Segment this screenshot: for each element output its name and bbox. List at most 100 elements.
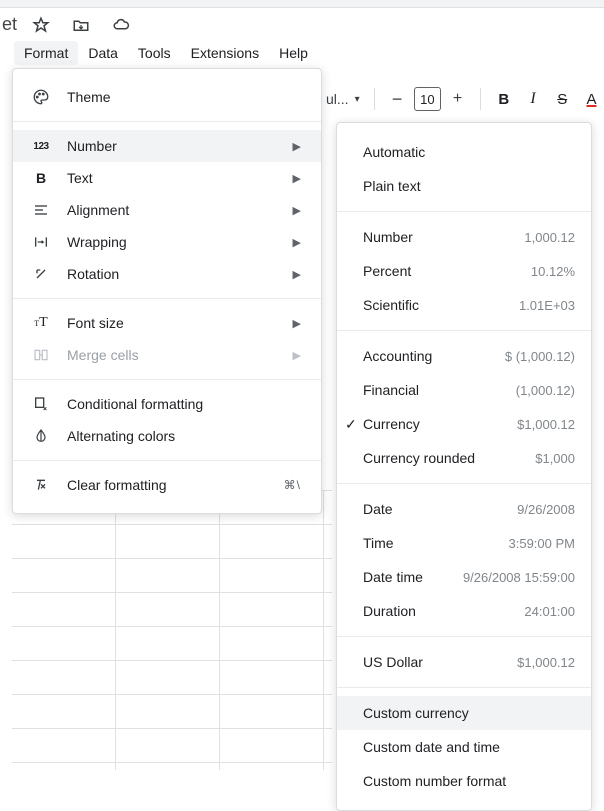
submenu-date-time-label: Date time xyxy=(363,569,423,585)
merge-cells-icon xyxy=(31,347,51,363)
submenu-time[interactable]: Time 3:59:00 PM xyxy=(337,526,591,560)
submenu-time-label: Time xyxy=(363,535,394,551)
submenu-date-time[interactable]: Date time 9/26/2008 15:59:00 xyxy=(337,560,591,594)
font-family-label: ul... xyxy=(326,91,349,107)
submenu-automatic-label: Automatic xyxy=(363,144,425,160)
submenu-us-dollar[interactable]: US Dollar $1,000.12 xyxy=(337,645,591,679)
menu-font-size[interactable]: TT Font size ▶ xyxy=(13,307,321,339)
menu-conditional-formatting[interactable]: Conditional formatting xyxy=(13,388,321,420)
clear-formatting-icon xyxy=(31,477,51,493)
submenu-date[interactable]: Date 9/26/2008 xyxy=(337,492,591,526)
menu-theme[interactable]: Theme xyxy=(13,81,321,113)
submenu-percent-example: 10.12% xyxy=(531,264,575,279)
submenu-custom-date-time[interactable]: Custom date and time xyxy=(337,730,591,764)
rotation-icon xyxy=(31,266,51,282)
menu-rotation[interactable]: Rotation ▶ xyxy=(13,258,321,290)
menu-alignment-label: Alignment xyxy=(67,202,129,218)
submenu-custom-date-time-label: Custom date and time xyxy=(363,739,500,755)
menu-clear-formatting[interactable]: Clear formatting ⌘\ xyxy=(13,469,321,501)
submenu-duration[interactable]: Duration 24:01:00 xyxy=(337,594,591,628)
divider xyxy=(13,121,321,122)
submenu-currency-rounded-label: Currency rounded xyxy=(363,450,475,466)
submenu-currency-rounded[interactable]: Currency rounded $1,000 xyxy=(337,441,591,475)
divider xyxy=(337,687,591,688)
menu-data[interactable]: Data xyxy=(78,41,128,65)
divider xyxy=(337,636,591,637)
palette-icon xyxy=(31,88,51,106)
submenu-us-dollar-example: $1,000.12 xyxy=(517,655,575,670)
chevron-right-icon: ▶ xyxy=(293,140,301,153)
submenu-financial[interactable]: Financial (1,000.12) xyxy=(337,373,591,407)
menu-tools[interactable]: Tools xyxy=(128,41,181,65)
menu-number-label: Number xyxy=(67,138,117,154)
spreadsheet-grid[interactable] xyxy=(12,490,332,770)
menu-extensions[interactable]: Extensions xyxy=(181,41,269,65)
increase-font-size-button[interactable]: + xyxy=(445,85,470,113)
submenu-plain-text[interactable]: Plain text xyxy=(337,169,591,203)
menu-rotation-label: Rotation xyxy=(67,266,119,282)
submenu-plain-text-label: Plain text xyxy=(363,178,421,194)
submenu-percent[interactable]: Percent 10.12% xyxy=(337,254,591,288)
menu-theme-label: Theme xyxy=(67,89,111,105)
submenu-financial-label: Financial xyxy=(363,382,419,398)
cloud-status-icon[interactable] xyxy=(112,16,130,37)
submenu-automatic[interactable]: Automatic xyxy=(337,135,591,169)
font-family-dropdown[interactable]: ul... ▾ xyxy=(322,91,364,107)
submenu-custom-number-format[interactable]: Custom number format xyxy=(337,764,591,798)
submenu-accounting[interactable]: Accounting $ (1,000.12) xyxy=(337,339,591,373)
divider xyxy=(13,460,321,461)
divider xyxy=(13,298,321,299)
menu-conditional-formatting-label: Conditional formatting xyxy=(67,396,203,412)
chevron-right-icon: ▶ xyxy=(293,317,301,330)
chevron-down-icon: ▾ xyxy=(355,94,360,105)
decrease-font-size-button[interactable]: − xyxy=(385,85,410,113)
submenu-date-example: 9/26/2008 xyxy=(517,502,575,517)
submenu-time-example: 3:59:00 PM xyxy=(509,536,576,551)
divider xyxy=(337,211,591,212)
submenu-date-label: Date xyxy=(363,501,393,517)
menu-format[interactable]: Format xyxy=(14,41,78,65)
chevron-right-icon: ▶ xyxy=(293,204,301,217)
divider xyxy=(13,379,321,380)
submenu-number[interactable]: Number 1,000.12 xyxy=(337,220,591,254)
font-size-value: 10 xyxy=(420,92,434,107)
submenu-scientific[interactable]: Scientific 1.01E+03 xyxy=(337,288,591,322)
menu-number[interactable]: 123 Number ▶ xyxy=(13,130,321,162)
menu-clear-formatting-label: Clear formatting xyxy=(67,477,167,493)
font-size-input[interactable]: 10 xyxy=(414,87,441,111)
submenu-financial-example: (1,000.12) xyxy=(516,383,575,398)
chevron-right-icon: ▶ xyxy=(293,236,301,249)
move-folder-icon[interactable] xyxy=(72,16,90,37)
divider xyxy=(337,483,591,484)
menu-help[interactable]: Help xyxy=(269,41,318,65)
menu-wrapping[interactable]: Wrapping ▶ xyxy=(13,226,321,258)
toolbar-fragment: ul... ▾ − 10 + B I S A xyxy=(322,82,604,116)
submenu-us-dollar-label: US Dollar xyxy=(363,654,423,670)
submenu-currency-label: Currency xyxy=(363,416,420,432)
bold-button[interactable]: B xyxy=(491,85,516,113)
menu-merge-cells: Merge cells ▶ xyxy=(13,339,321,371)
italic-button[interactable]: I xyxy=(520,85,545,113)
menu-text[interactable]: B Text ▶ xyxy=(13,162,321,194)
menu-wrapping-label: Wrapping xyxy=(67,234,127,250)
menu-alternating-colors-label: Alternating colors xyxy=(67,428,175,444)
submenu-custom-currency[interactable]: Custom currency xyxy=(337,696,591,730)
check-icon: ✓ xyxy=(345,416,363,433)
submenu-number-example: 1,000.12 xyxy=(524,230,575,245)
menu-alignment[interactable]: Alignment ▶ xyxy=(13,194,321,226)
menu-merge-cells-label: Merge cells xyxy=(67,347,139,363)
toolbar-separator xyxy=(480,88,481,110)
star-icon[interactable] xyxy=(32,16,50,37)
window-chrome-strip xyxy=(0,0,604,8)
number-123-icon: 123 xyxy=(31,141,51,152)
format-dropdown: Theme 123 Number ▶ B Text ▶ Alignment ▶ … xyxy=(12,68,322,514)
bold-b-icon: B xyxy=(31,170,51,186)
strikethrough-button[interactable]: S xyxy=(550,85,575,113)
chevron-right-icon: ▶ xyxy=(293,268,301,281)
divider xyxy=(337,330,591,331)
text-color-button[interactable]: A xyxy=(579,85,604,113)
conditional-formatting-icon xyxy=(31,396,51,412)
wrap-icon xyxy=(31,234,51,250)
submenu-currency[interactable]: ✓ Currency $1,000.12 xyxy=(337,407,591,441)
menu-alternating-colors[interactable]: Alternating colors xyxy=(13,420,321,452)
